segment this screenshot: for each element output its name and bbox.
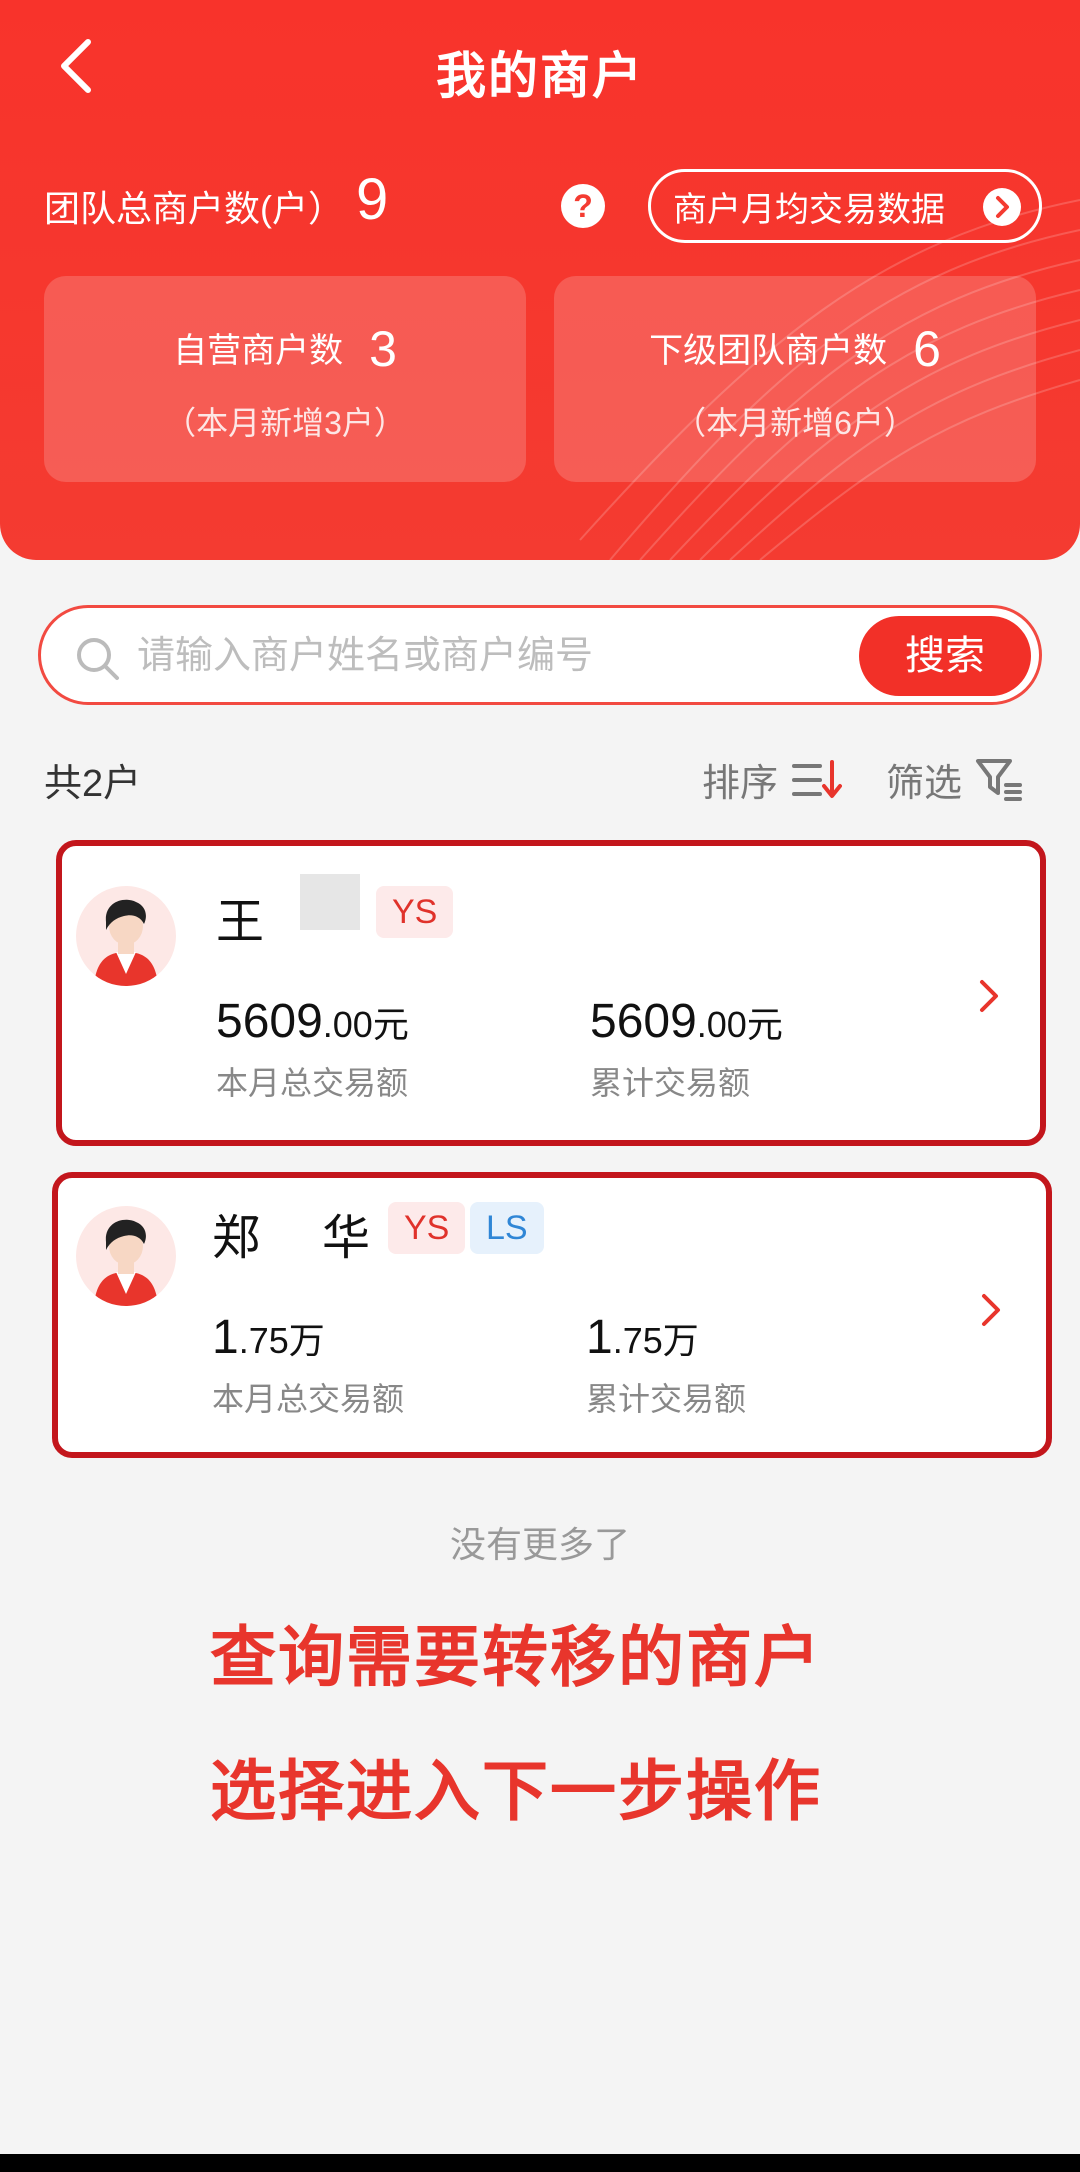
- merchant-card[interactable]: 王 YS 5609.00元 本月总交易额 5609.00元 累计交易额: [56, 840, 1046, 1146]
- search-input[interactable]: [137, 628, 777, 684]
- search-icon: [77, 638, 119, 680]
- month-amount: 5609: [216, 995, 323, 1048]
- total-amount: 1: [586, 1311, 613, 1364]
- avatar-icon: [76, 1206, 176, 1306]
- merchant-total-count: 共2户: [44, 763, 142, 805]
- header: 我的商户 团队总商户数(户） 9 ? 商户月均交易数据 自营商户数 3 （本月新增…: [0, 0, 1080, 560]
- self-merchants-card[interactable]: 自营商户数 3 （本月新增3户）: [44, 276, 526, 482]
- sub-team-merchants-label: 下级团队商户数: [649, 332, 888, 370]
- search-button[interactable]: 搜索: [859, 616, 1031, 696]
- annotation-line-2: 选择进入下一步操作: [210, 1754, 822, 1828]
- month-amount-label: 本月总交易额: [212, 1381, 405, 1417]
- self-merchants-label: 自营商户数: [173, 332, 344, 370]
- month-amount-decimal: .00元: [322, 1004, 409, 1045]
- self-merchants-new: （本月新增3户）: [164, 405, 406, 441]
- redacted-name: [300, 874, 360, 930]
- sort-icon: [792, 759, 843, 798]
- total-amount-decimal: .75万: [612, 1320, 699, 1361]
- tag-ys: YS: [388, 1202, 466, 1254]
- chevron-right-icon: [980, 980, 998, 1012]
- month-amount-label: 本月总交易额: [216, 1065, 409, 1101]
- merchant-name-tail: 华: [322, 1212, 371, 1265]
- total-amount-decimal: .00元: [696, 1004, 783, 1045]
- annotation-line-1: 查询需要转移的商户: [210, 1620, 822, 1694]
- monthly-data-button-label: 商户月均交易数据: [673, 190, 945, 229]
- help-icon[interactable]: ?: [561, 184, 605, 228]
- team-total-label: 团队总商户数(户）: [44, 188, 344, 229]
- merchant-name: 王: [216, 896, 265, 949]
- sort-label: 排序: [702, 763, 779, 805]
- no-more-text: 没有更多了: [449, 1524, 630, 1565]
- filter-button[interactable]: 筛选: [886, 752, 1024, 807]
- team-total-count: 9: [356, 167, 389, 232]
- month-amount: 1: [212, 1311, 239, 1364]
- sort-button[interactable]: 排序: [702, 752, 843, 807]
- search-bar: 搜索: [38, 605, 1042, 705]
- filter-icon: [976, 758, 1023, 801]
- merchant-name: 郑: [212, 1212, 261, 1265]
- total-amount-label: 累计交易额: [586, 1381, 747, 1417]
- tag-ls: LS: [470, 1202, 544, 1254]
- chevron-right-icon: [982, 1294, 1000, 1326]
- self-merchants-count: 3: [369, 321, 397, 377]
- system-nav-bar: [0, 2154, 1080, 2172]
- chevron-right-circle-icon: [983, 188, 1021, 226]
- monthly-data-button[interactable]: 商户月均交易数据: [648, 169, 1042, 243]
- tag-ys: YS: [376, 886, 454, 938]
- filter-label: 筛选: [886, 763, 963, 805]
- total-amount: 5609: [590, 995, 697, 1048]
- sub-team-merchants-new: （本月新增6户）: [674, 405, 916, 441]
- month-amount-decimal: .75万: [238, 1320, 325, 1361]
- sub-team-merchants-card[interactable]: 下级团队商户数 6 （本月新增6户）: [554, 276, 1036, 482]
- avatar-icon: [76, 886, 176, 986]
- sub-team-merchants-count: 6: [913, 321, 941, 377]
- merchant-card[interactable]: 郑 华 YS LS 1.75万 本月总交易额 1.75万 累计交易额: [52, 1172, 1052, 1458]
- total-amount-label: 累计交易额: [590, 1065, 751, 1101]
- page-title: 我的商户: [436, 48, 644, 104]
